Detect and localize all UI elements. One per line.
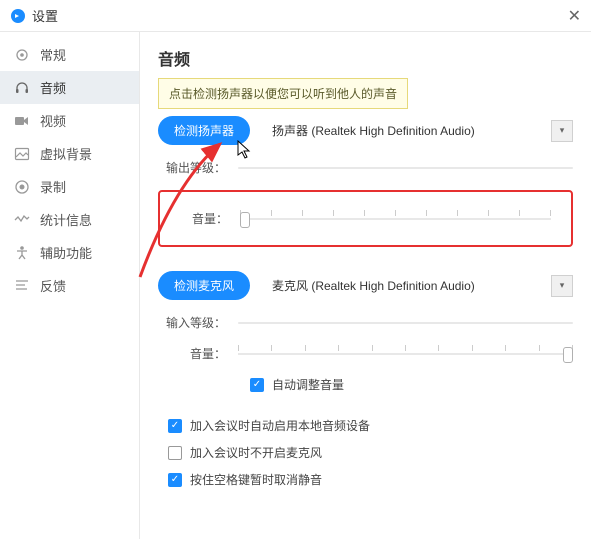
sidebar-item-label: 音频 [40, 78, 66, 97]
output-level-meter [238, 164, 573, 172]
image-icon [14, 146, 30, 162]
feedback-icon [14, 278, 30, 294]
chevron-down-icon[interactable]: ▾ [551, 275, 573, 297]
mic-section: 检测麦克风 麦克风 (Realtek High Definition Audio… [158, 271, 573, 393]
option-join-without-mic[interactable]: 加入会议时不开启麦克风 [168, 444, 573, 461]
sidebar-item-general[interactable]: 常规 [0, 38, 139, 71]
checkbox-checked-icon[interactable]: ✓ [250, 378, 264, 392]
page-title: 音频 [158, 46, 573, 70]
headphones-icon [14, 80, 30, 96]
titlebar-left: 设置 [10, 6, 58, 25]
speaker-device-text: 扬声器 (Realtek High Definition Audio) [264, 117, 551, 144]
record-icon [14, 179, 30, 195]
option-label: 按住空格键暂时取消静音 [190, 471, 322, 488]
sidebar-item-accessibility[interactable]: 辅助功能 [0, 236, 139, 269]
sidebar-item-virtual-bg[interactable]: 虚拟背景 [0, 137, 139, 170]
sidebar-item-audio[interactable]: 音频 [0, 71, 139, 104]
speaker-section: 检测扬声器 扬声器 (Realtek High Definition Audio… [158, 116, 573, 247]
stats-icon [14, 212, 30, 228]
tooltip: 点击检测扬声器以便您可以听到他人的声音 [158, 78, 408, 109]
speaker-device-select[interactable]: 扬声器 (Realtek High Definition Audio) ▾ [264, 117, 573, 144]
input-level-meter [238, 319, 573, 327]
mic-device-text: 麦克风 (Realtek High Definition Audio) [264, 272, 551, 299]
sidebar-item-label: 辅助功能 [40, 243, 92, 262]
option-space-unmute[interactable]: ✓ 按住空格键暂时取消静音 [168, 471, 573, 488]
close-icon[interactable]: ✕ [568, 6, 581, 26]
titlebar: 设置 ✕ [0, 0, 591, 32]
auto-adjust-volume-row[interactable]: ✓ 自动调整音量 [250, 376, 573, 393]
checkbox-unchecked-icon[interactable] [168, 446, 182, 460]
window-title: 设置 [32, 6, 58, 25]
option-label: 加入会议时自动启用本地音频设备 [190, 417, 370, 434]
accessibility-icon [14, 245, 30, 261]
content: 音频 点击检测扬声器以便您可以听到他人的声音 检测扬声器 扬声器 (Realte… [140, 32, 591, 539]
sidebar-item-label: 虚拟背景 [40, 144, 92, 163]
checkbox-checked-icon[interactable]: ✓ [168, 473, 182, 487]
sidebar-item-label: 常规 [40, 45, 66, 64]
sidebar-item-statistics[interactable]: 统计信息 [0, 203, 139, 236]
sidebar-item-label: 统计信息 [40, 210, 92, 229]
mic-volume-label: 音量： [158, 345, 238, 362]
video-icon [14, 113, 30, 129]
speaker-volume-label: 音量： [180, 210, 240, 227]
speaker-volume-slider[interactable] [240, 211, 551, 227]
sidebar-item-label: 视频 [40, 111, 66, 130]
audio-options: ✓ 加入会议时自动启用本地音频设备 加入会议时不开启麦克风 ✓ 按住空格键暂时取… [158, 417, 573, 488]
speaker-volume-highlight: 音量： [158, 190, 573, 247]
option-auto-enable-audio[interactable]: ✓ 加入会议时自动启用本地音频设备 [168, 417, 573, 434]
checkbox-checked-icon[interactable]: ✓ [168, 419, 182, 433]
input-level-label: 输入等级： [158, 314, 238, 331]
sidebar-item-label: 录制 [40, 177, 66, 196]
mic-volume-slider[interactable] [238, 346, 573, 362]
option-label: 加入会议时不开启麦克风 [190, 444, 322, 461]
test-mic-button[interactable]: 检测麦克风 [158, 271, 250, 300]
gear-icon [14, 47, 30, 63]
mic-device-select[interactable]: 麦克风 (Realtek High Definition Audio) ▾ [264, 272, 573, 299]
test-speaker-button[interactable]: 检测扬声器 [158, 116, 250, 145]
sidebar-item-label: 反馈 [40, 276, 66, 295]
auto-adjust-label: 自动调整音量 [272, 376, 344, 393]
sidebar-item-video[interactable]: 视频 [0, 104, 139, 137]
output-level-label: 输出等级： [158, 159, 238, 176]
chevron-down-icon[interactable]: ▾ [551, 120, 573, 142]
sidebar: 常规 音频 视频 虚拟背景 录制 统计信息 辅助功能 反馈 [0, 32, 140, 539]
sidebar-item-recording[interactable]: 录制 [0, 170, 139, 203]
sidebar-item-feedback[interactable]: 反馈 [0, 269, 139, 302]
app-icon [10, 8, 26, 24]
